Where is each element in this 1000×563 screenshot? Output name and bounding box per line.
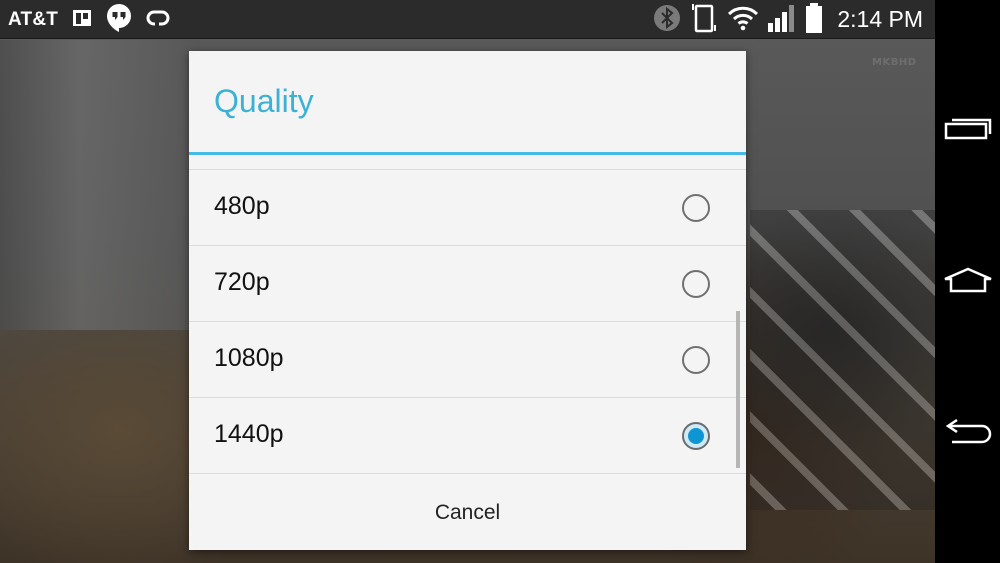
- back-button[interactable]: [935, 403, 1000, 463]
- option-label: 720p: [214, 268, 270, 296]
- bluetooth-icon: [653, 4, 681, 36]
- recent-apps-icon: [944, 116, 992, 144]
- background-wall: [0, 40, 200, 330]
- list-scrollbar[interactable]: [736, 311, 740, 468]
- quality-option-1080p[interactable]: 1080p: [189, 322, 746, 398]
- wifi-icon: [727, 5, 759, 35]
- radio-button[interactable]: [682, 270, 710, 298]
- cancel-button[interactable]: Cancel: [189, 475, 746, 550]
- background-pattern: [750, 210, 935, 510]
- option-label: 480p: [214, 192, 270, 220]
- option-label: 1440p: [214, 420, 284, 448]
- radio-button[interactable]: [682, 194, 710, 222]
- trello-icon: [72, 9, 92, 31]
- vibrate-icon: [689, 3, 719, 37]
- quality-options-list: 480p 720p 1080p 1440p: [189, 169, 746, 475]
- radio-button-selected[interactable]: [682, 422, 710, 450]
- quality-option-480p[interactable]: 480p: [189, 170, 746, 246]
- signal-icon: [767, 3, 797, 37]
- hangouts-icon: [106, 3, 132, 37]
- title-divider: [189, 152, 746, 155]
- option-label: 1080p: [214, 344, 284, 372]
- quality-dialog: Quality 480p 720p 1080p 1440p Cancel: [189, 51, 746, 550]
- navigation-bar: [935, 0, 1000, 563]
- battery-icon: [805, 2, 823, 38]
- radio-button[interactable]: [682, 346, 710, 374]
- home-button[interactable]: [935, 252, 1000, 312]
- recent-apps-button[interactable]: [935, 100, 1000, 160]
- watermark: MKBHD: [872, 57, 917, 68]
- status-right: 2:14 PM: [653, 0, 923, 39]
- quality-option-1440p[interactable]: 1440p: [189, 398, 746, 474]
- quality-option-720p[interactable]: 720p: [189, 246, 746, 322]
- clock: 2:14 PM: [837, 6, 923, 32]
- status-bar: AT&T 2:14 PM: [0, 0, 935, 39]
- screen: MKBHD AT&T 2:14 PM Quality 480p 720p 108…: [0, 0, 935, 563]
- status-left: AT&T: [8, 0, 170, 39]
- lg-quick-icon: [146, 10, 170, 30]
- back-icon: [944, 417, 992, 449]
- dialog-title: Quality: [214, 83, 314, 119]
- carrier-label: AT&T: [8, 8, 59, 30]
- home-icon: [942, 267, 994, 297]
